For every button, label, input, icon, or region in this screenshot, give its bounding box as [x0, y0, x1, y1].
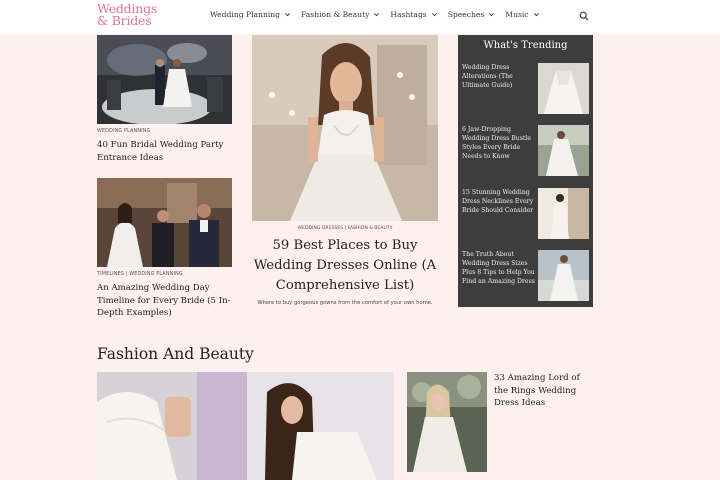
featured-category[interactable]: WEDDING DRESSES | FASHION & BEAUTY	[252, 226, 438, 231]
post-category[interactable]: WEDDING PLANNING	[97, 129, 150, 134]
post-category[interactable]: TIMELINES | WEDDING PLANNING	[97, 272, 183, 277]
featured-description: Where to buy gorgeous gowns from the com…	[257, 300, 433, 306]
trending-item-title[interactable]: The Truth About Wedding Dress Sizes Plus…	[462, 250, 538, 286]
trending-item-title[interactable]: Wedding Dress Alterations (The Ultimate …	[462, 63, 538, 90]
nav-item-fashion-beauty[interactable]: Fashion & Beauty	[301, 10, 380, 19]
chevron-down-icon	[489, 13, 495, 17]
fashion-main-image[interactable]	[97, 372, 394, 480]
nav-item-speeches[interactable]: Speeches	[448, 10, 496, 19]
nav-item-music[interactable]: Music	[505, 10, 539, 19]
chevron-down-icon	[533, 13, 539, 17]
post-title-timeline[interactable]: An Amazing Wedding Day Timeline for Ever…	[97, 282, 235, 320]
featured-title[interactable]: 59 Best Places to Buy Wedding Dresses On…	[247, 236, 443, 296]
trending-item-image[interactable]	[538, 125, 589, 176]
nav-label: Wedding Planning	[210, 10, 281, 19]
post-image-timeline[interactable]	[97, 178, 232, 267]
fashion-side-title[interactable]: 33 Amazing Lord of the Rings Wedding Dre…	[494, 372, 594, 410]
trending-item-title[interactable]: 15 Stunning Wedding Dress Necklines Ever…	[462, 188, 538, 215]
trending-item-image[interactable]	[538, 250, 589, 301]
nav-item-wedding-planning[interactable]: Wedding Planning	[210, 10, 291, 19]
chevron-down-icon	[285, 13, 290, 17]
trending-panel: What's Trending Wedding Dress Alteration…	[458, 35, 593, 307]
nav-label: Speeches	[447, 10, 485, 19]
post-title-entrance[interactable]: 40 Fun Bridal Wedding Party Entrance Ide…	[97, 139, 232, 164]
nav-label: Hashtags	[390, 10, 427, 19]
trending-heading: What's Trending	[483, 40, 568, 51]
chevron-down-icon	[374, 13, 380, 17]
fashion-side-image[interactable]	[407, 372, 487, 472]
trending-item-title[interactable]: 6 Jaw-Dropping Wedding Dress Bustle Styl…	[462, 125, 538, 161]
trending-item-image[interactable]	[538, 188, 589, 239]
site-logo[interactable]: Weddings & Brides	[97, 2, 167, 27]
nav-label: Music	[505, 10, 529, 19]
chevron-down-icon	[431, 13, 437, 17]
nav-label: Fashion & Beauty	[301, 10, 370, 19]
site-header: Weddings & Brides Wedding Planning Fashi…	[0, 0, 720, 34]
post-image-entrance[interactable]	[97, 35, 232, 124]
featured-image[interactable]	[252, 35, 438, 221]
section-heading-fashion[interactable]: Fashion And Beauty	[97, 345, 254, 363]
trending-item-image[interactable]	[538, 63, 589, 114]
search-icon[interactable]	[579, 11, 589, 21]
nav-item-hashtags[interactable]: Hashtags	[390, 10, 437, 19]
main-nav: Wedding Planning Fashion & Beauty Hashta…	[210, 10, 550, 19]
